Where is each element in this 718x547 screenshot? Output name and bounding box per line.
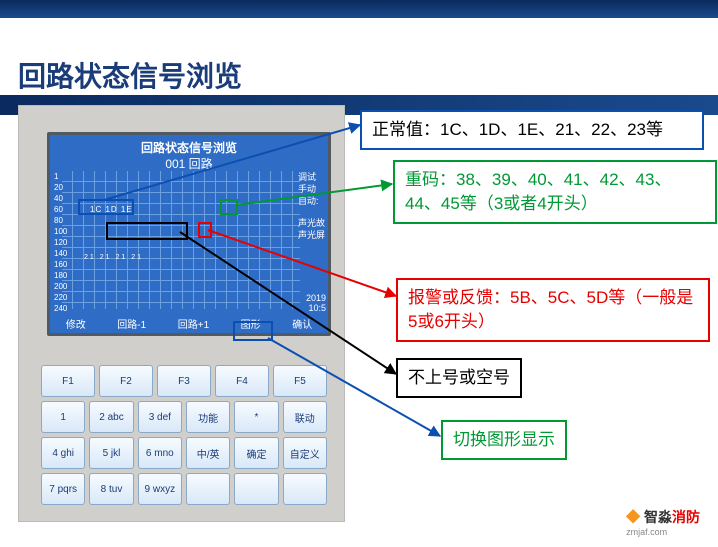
key-ok[interactable]: 确定 xyxy=(234,437,278,469)
marker-duplicate xyxy=(220,199,238,215)
screen-subtitle: 001 回路 xyxy=(50,155,328,172)
note-switch: 切换图形显示 xyxy=(441,420,567,460)
softkey-loop-plus[interactable]: 回路+1 xyxy=(178,316,209,331)
key-f5[interactable]: F5 xyxy=(273,365,327,397)
screen-title: 回路状态信号浏览 xyxy=(50,139,328,156)
key-6[interactable]: 6 mno xyxy=(138,437,182,469)
key-1[interactable]: 1 xyxy=(41,401,85,433)
note-duplicate: 重码：38、39、40、41、42、43、44、45等（3或者4开头） xyxy=(393,160,717,224)
key-5[interactable]: 5 jkl xyxy=(89,437,133,469)
sample-data-b: 21 21 21 21 xyxy=(84,254,143,261)
marker-null xyxy=(106,222,188,240)
key-f1[interactable]: F1 xyxy=(41,365,95,397)
key-check[interactable]: 联动 xyxy=(283,401,327,433)
softkey-loop-minus[interactable]: 回路-1 xyxy=(117,316,146,331)
key-4[interactable]: 4 ghi xyxy=(41,437,85,469)
key-lang[interactable]: 中/英 xyxy=(186,437,230,469)
slide-title: 回路状态信号浏览 xyxy=(18,55,242,95)
side-labels: 调试 手动 自动: 声光故 声光屏 xyxy=(298,171,326,241)
key-star[interactable]: * xyxy=(234,401,278,433)
key-f3[interactable]: F3 xyxy=(157,365,211,397)
key-blank3[interactable] xyxy=(283,473,327,505)
note-null: 不上号或空号 xyxy=(396,358,522,398)
marker-switch xyxy=(233,321,273,341)
data-grid xyxy=(62,171,300,309)
device-panel: 回路状态信号浏览 001 回路 1 20 40 60 80 100 120 14… xyxy=(18,105,345,522)
key-blank2[interactable] xyxy=(234,473,278,505)
softkey-confirm[interactable]: 确认 xyxy=(292,316,312,331)
key-2[interactable]: 2 abc xyxy=(89,401,133,433)
key-blank1[interactable] xyxy=(186,473,230,505)
brand-url: zmjaf.com xyxy=(626,527,700,537)
key-8[interactable]: 8 tuv xyxy=(89,473,133,505)
key-cancel[interactable]: 自定义 xyxy=(283,437,327,469)
note-alarm: 报警或反馈：5B、5C、5D等（一般是5或6开头） xyxy=(396,278,710,342)
key-func[interactable]: 功能 xyxy=(186,401,230,433)
timestamp: 2019 10:5 xyxy=(306,293,326,313)
header-bar xyxy=(0,0,718,18)
row-labels: 1 20 40 60 80 100 120 140 160 180 200 22… xyxy=(54,171,67,314)
key-7[interactable]: 7 pqrs xyxy=(41,473,85,505)
key-f4[interactable]: F4 xyxy=(215,365,269,397)
keypad: F1 F2 F3 F4 F5 1 2 abc 3 def 功能 * 联动 4 g… xyxy=(41,365,327,509)
key-3[interactable]: 3 def xyxy=(138,401,182,433)
note-normal: 正常值：1C、1D、1E、21、22、23等 xyxy=(360,110,704,150)
device-screen: 回路状态信号浏览 001 回路 1 20 40 60 80 100 120 14… xyxy=(47,132,331,336)
screen-softkeys: 修改 回路-1 回路+1 图形 确认 xyxy=(50,316,328,331)
softkey-modify[interactable]: 修改 xyxy=(66,316,86,331)
marker-alarm xyxy=(198,222,212,238)
brand-icon: ◆ xyxy=(626,509,640,525)
marker-normal xyxy=(78,199,134,215)
key-9[interactable]: 9 wxyz xyxy=(138,473,182,505)
key-f2[interactable]: F2 xyxy=(99,365,153,397)
footer-brand: ◆ 智淼消防 zmjaf.com xyxy=(626,507,700,537)
